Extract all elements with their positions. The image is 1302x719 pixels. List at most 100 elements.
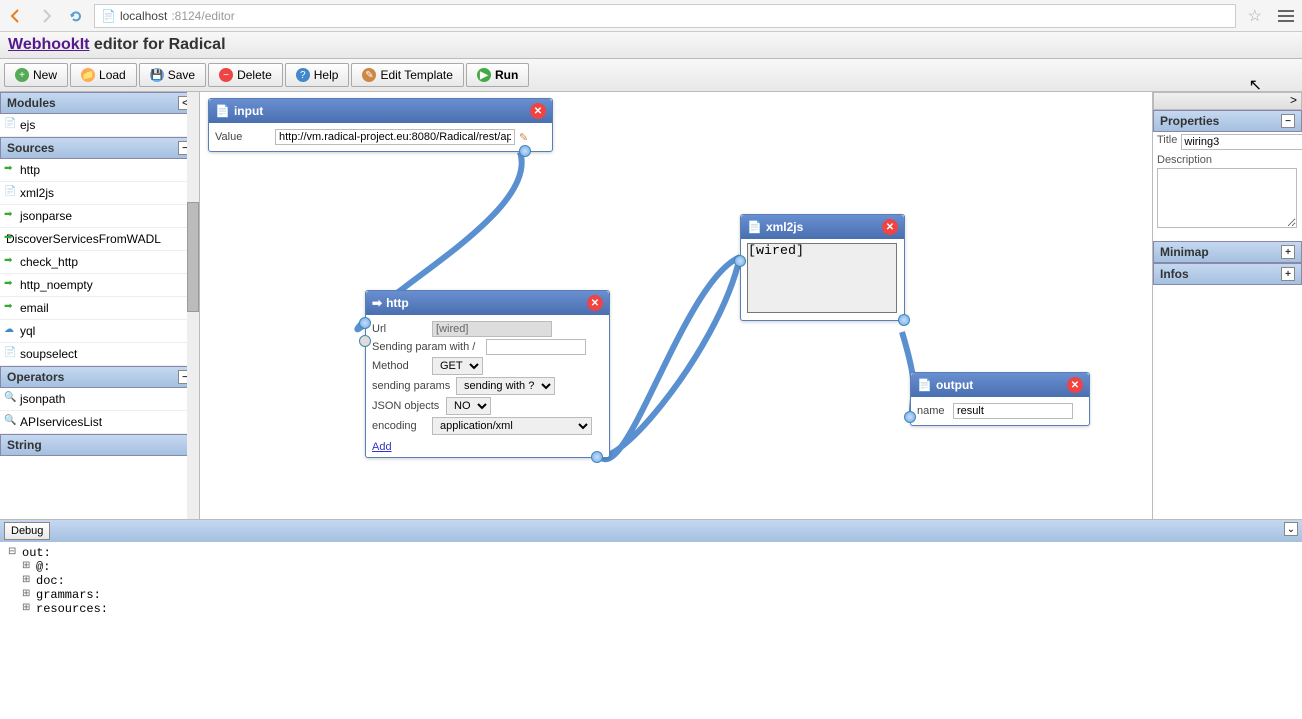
sending-param-label: Sending param with / (372, 341, 482, 353)
encoding-select[interactable]: application/xml (432, 417, 592, 435)
debug-header: Debug ⌄ (0, 520, 1302, 542)
method-label: Method (372, 360, 428, 372)
source-soupselect[interactable]: soupselect (0, 343, 199, 366)
collapse-right[interactable]: > (1153, 92, 1302, 110)
close-icon[interactable]: ✕ (587, 295, 603, 311)
debug-panel: Debug ⌄ out: @: doc: grammars: resources… (0, 519, 1302, 719)
url-field (432, 321, 552, 337)
input-port-2[interactable] (359, 335, 371, 347)
tree-at[interactable]: @: (22, 560, 1294, 574)
webhookit-link[interactable]: WebhookIt (8, 36, 89, 53)
json-label: JSON objects (372, 400, 442, 412)
desc-label: Description (1157, 154, 1205, 166)
load-button[interactable]: 📁Load (70, 63, 137, 87)
edit-template-button[interactable]: ✎Edit Template (351, 63, 464, 87)
op-jsonpath[interactable]: jsonpath (0, 388, 199, 411)
modules-header[interactable]: Modules< (0, 92, 199, 114)
tree-grammars[interactable]: grammars: (22, 588, 1294, 602)
canvas[interactable]: 📄 input ✕ Value ✎ ➡ http ✕ Url (200, 92, 1152, 519)
node-header[interactable]: ➡ http ✕ (366, 291, 609, 315)
scrollbar[interactable] (187, 92, 199, 519)
chevron-down-icon[interactable]: ⌄ (1284, 522, 1298, 536)
output-name-field[interactable] (953, 403, 1073, 419)
minimap-header[interactable]: Minimap+ (1153, 241, 1302, 263)
tree-doc[interactable]: doc: (22, 574, 1294, 588)
source-http[interactable]: http (0, 159, 199, 182)
node-output[interactable]: 📄 output ✕ name (910, 372, 1090, 426)
input-port[interactable] (904, 411, 916, 423)
output-port[interactable] (898, 314, 910, 326)
input-port[interactable] (734, 255, 746, 267)
run-button[interactable]: ▶Run (466, 63, 529, 87)
node-header[interactable]: 📄 input ✕ (209, 99, 552, 123)
source-httpnoempty[interactable]: http_noempty (0, 274, 199, 297)
infos-header[interactable]: Infos+ (1153, 263, 1302, 285)
minus-icon: − (219, 68, 233, 82)
pencil-icon: ✎ (362, 68, 376, 82)
new-button[interactable]: +New (4, 63, 68, 87)
expand-icon[interactable]: + (1281, 267, 1295, 281)
node-header[interactable]: 📄 output ✕ (911, 373, 1089, 397)
close-icon[interactable]: ✕ (530, 103, 546, 119)
node-header[interactable]: 📄 xml2js ✕ (741, 215, 904, 239)
input-icon: 📄 (215, 104, 230, 118)
right-panel: > Properties− Title Description Minimap+… (1152, 92, 1302, 519)
description-field[interactable] (1157, 168, 1297, 228)
cursor-icon: ↖ (1249, 75, 1262, 95)
save-button[interactable]: 💾Save (139, 63, 206, 87)
question-icon: ? (296, 68, 310, 82)
value-label: Value (215, 131, 271, 143)
source-discover[interactable]: DiscoverServicesFromWADL (0, 228, 199, 251)
output-name-label: name (917, 405, 949, 417)
close-icon[interactable]: ✕ (882, 219, 898, 235)
delete-button[interactable]: −Delete (208, 63, 283, 87)
url-host: localhost (120, 9, 167, 23)
close-icon[interactable]: ✕ (1067, 377, 1083, 393)
output-port[interactable] (519, 145, 531, 157)
expand-icon[interactable]: + (1281, 245, 1295, 259)
output-port[interactable] (591, 451, 603, 463)
source-xml2js[interactable]: xml2js (0, 182, 199, 205)
page-icon: 📄 (101, 9, 116, 23)
back-button[interactable] (4, 4, 28, 28)
browser-toolbar: 📄 localhost:8124/editor ☆ (0, 0, 1302, 32)
page-header: WebhookIt editor for Radical (0, 32, 1302, 59)
source-checkhttp[interactable]: check_http (0, 251, 199, 274)
reload-button[interactable] (64, 4, 88, 28)
module-ejs[interactable]: ejs (0, 114, 199, 137)
string-header[interactable]: String (0, 434, 199, 456)
bookmark-star-icon[interactable]: ☆ (1242, 6, 1268, 26)
tree-out[interactable]: out: (8, 546, 1294, 560)
input-port[interactable] (359, 317, 371, 329)
sending-params-label: sending params (372, 380, 452, 392)
source-jsonparse[interactable]: jsonparse (0, 205, 199, 228)
debug-button[interactable]: Debug (4, 522, 50, 540)
left-panel: Modules< ejs Sources− http xml2js jsonpa… (0, 92, 200, 519)
source-email[interactable]: email (0, 297, 199, 320)
help-button[interactable]: ?Help (285, 63, 350, 87)
source-yql[interactable]: yql (0, 320, 199, 343)
tree-resources[interactable]: resources: (22, 602, 1294, 616)
url-bar[interactable]: 📄 localhost:8124/editor (94, 4, 1236, 28)
op-apilist[interactable]: APIservicesList (0, 411, 199, 434)
collapse-icon[interactable]: − (1281, 114, 1295, 128)
sending-param-field[interactable] (486, 339, 586, 355)
add-link[interactable]: Add (372, 437, 392, 453)
sources-header[interactable]: Sources− (0, 137, 199, 159)
play-icon: ▶ (477, 68, 491, 82)
operators-header[interactable]: Operators− (0, 366, 199, 388)
menu-icon[interactable] (1274, 6, 1298, 26)
xml2js-textarea: [wired] (747, 243, 897, 313)
sending-params-select[interactable]: sending with ? (456, 377, 555, 395)
forward-button[interactable] (34, 4, 58, 28)
properties-header[interactable]: Properties− (1153, 110, 1302, 132)
title-field[interactable] (1181, 134, 1302, 150)
node-http[interactable]: ➡ http ✕ Url Sending param with / Method… (365, 290, 610, 458)
json-select[interactable]: NO (446, 397, 491, 415)
method-select[interactable]: GET (432, 357, 483, 375)
node-input[interactable]: 📄 input ✕ Value ✎ (208, 98, 553, 152)
input-value-field[interactable] (275, 129, 515, 145)
node-xml2js[interactable]: 📄 xml2js ✕ [wired] (740, 214, 905, 321)
pencil-icon[interactable]: ✎ (519, 131, 528, 144)
main-area: Modules< ejs Sources− http xml2js jsonpa… (0, 92, 1302, 519)
